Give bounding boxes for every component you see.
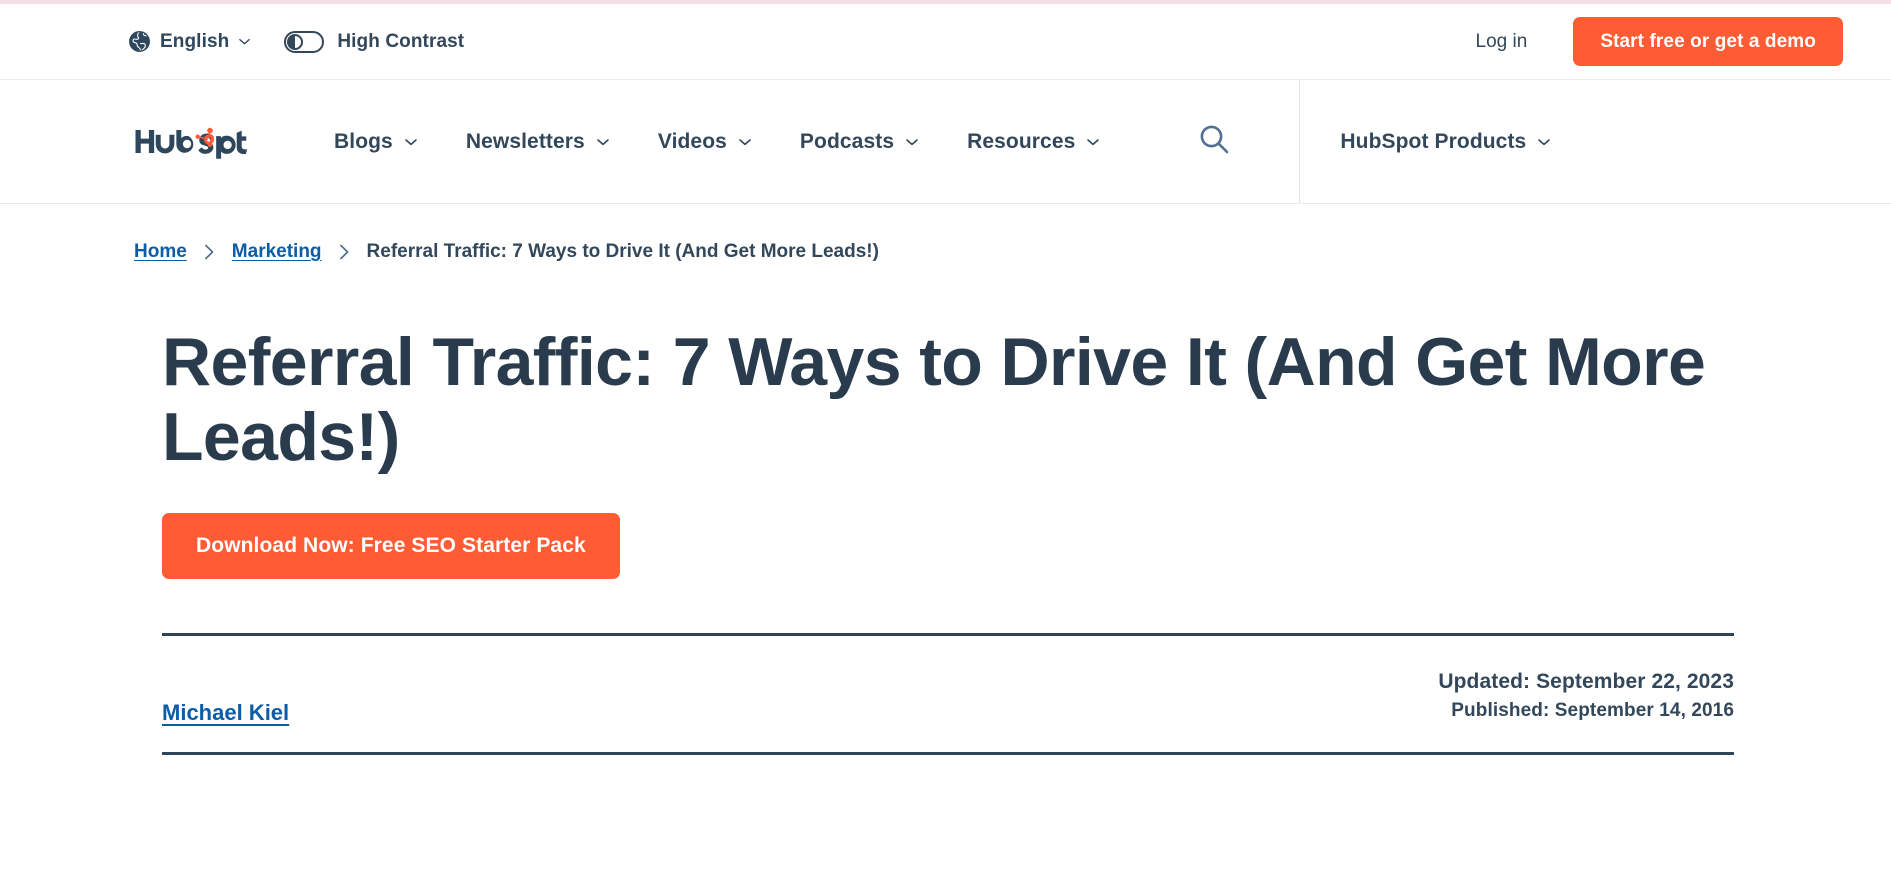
globe-icon xyxy=(128,30,151,53)
nav-item-label: Videos xyxy=(657,129,727,153)
article-byline: Michael Kiel Updated: September 22, 2023… xyxy=(134,636,1891,752)
chevron-down-icon xyxy=(1086,135,1100,149)
chevron-right-icon xyxy=(204,244,215,260)
chevron-right-icon xyxy=(339,244,350,260)
utility-bar-left: English High Contrast xyxy=(128,30,464,53)
breadcrumb: Home Marketing Referral Traffic: 7 Ways … xyxy=(134,241,1891,263)
high-contrast-toggle[interactable]: High Contrast xyxy=(284,30,465,53)
author-link[interactable]: Michael Kiel xyxy=(162,700,289,726)
nav-item-label: Newsletters xyxy=(465,129,585,153)
language-label: English xyxy=(160,30,230,52)
nav-item-label: Resources xyxy=(967,129,1076,153)
utility-bar-right: Log in Start free or get a demo xyxy=(1476,16,1891,67)
breadcrumb-home-link[interactable]: Home xyxy=(134,241,187,263)
chevron-down-icon xyxy=(596,135,610,149)
toggle-knob xyxy=(287,33,304,50)
chevron-down-icon xyxy=(404,135,418,149)
search-button[interactable] xyxy=(1193,121,1235,163)
updated-date: Updated: September 22, 2023 xyxy=(1438,669,1734,693)
article-header: Referral Traffic: 7 Ways to Drive It (An… xyxy=(134,325,1891,579)
nav-item-label: HubSpot Products xyxy=(1340,129,1527,153)
page-content: Home Marketing Referral Traffic: 7 Ways … xyxy=(0,241,1891,755)
nav-items: Blogs Newsletters Videos Podcasts Resour… xyxy=(310,130,1124,154)
chevron-down-icon xyxy=(1537,135,1551,149)
utility-bar: English High Contrast Log in Start free … xyxy=(0,4,1891,80)
download-seo-starter-pack-button[interactable]: Download Now: Free SEO Starter Pack xyxy=(162,512,620,579)
nav-item-blogs[interactable]: Blogs xyxy=(310,130,442,154)
nav-item-label: Podcasts xyxy=(799,129,895,153)
nav-item-newsletters[interactable]: Newsletters xyxy=(442,130,634,154)
chevron-down-icon xyxy=(905,135,919,149)
contrast-toggle-icon[interactable] xyxy=(284,30,325,53)
language-selector[interactable]: English xyxy=(128,30,251,53)
chevron-down-icon xyxy=(238,35,251,48)
high-contrast-label: High Contrast xyxy=(337,30,465,52)
start-free-demo-button[interactable]: Start free or get a demo xyxy=(1573,16,1843,67)
nav-item-videos[interactable]: Videos xyxy=(634,130,776,154)
article-dates: Updated: September 22, 2023 Published: S… xyxy=(1438,667,1734,726)
page-title: Referral Traffic: 7 Ways to Drive It (An… xyxy=(162,324,1706,475)
login-link[interactable]: Log in xyxy=(1476,31,1528,53)
breadcrumb-current: Referral Traffic: 7 Ways to Drive It (An… xyxy=(366,241,879,262)
nav-item-label: Blogs xyxy=(334,129,393,153)
nav-item-hubspot-products[interactable]: HubSpot Products xyxy=(1300,130,1551,154)
nav-item-podcasts[interactable]: Podcasts xyxy=(776,130,943,154)
byline-divider-bottom xyxy=(162,751,1734,755)
hubspot-logo[interactable] xyxy=(134,125,248,159)
nav-item-resources[interactable]: Resources xyxy=(943,130,1124,154)
published-date: Published: September 14, 2016 xyxy=(1451,700,1734,722)
search-icon xyxy=(1197,122,1231,161)
breadcrumb-marketing-link[interactable]: Marketing xyxy=(232,241,322,263)
main-navigation: Blogs Newsletters Videos Podcasts Resour… xyxy=(0,80,1891,204)
chevron-down-icon xyxy=(738,135,752,149)
